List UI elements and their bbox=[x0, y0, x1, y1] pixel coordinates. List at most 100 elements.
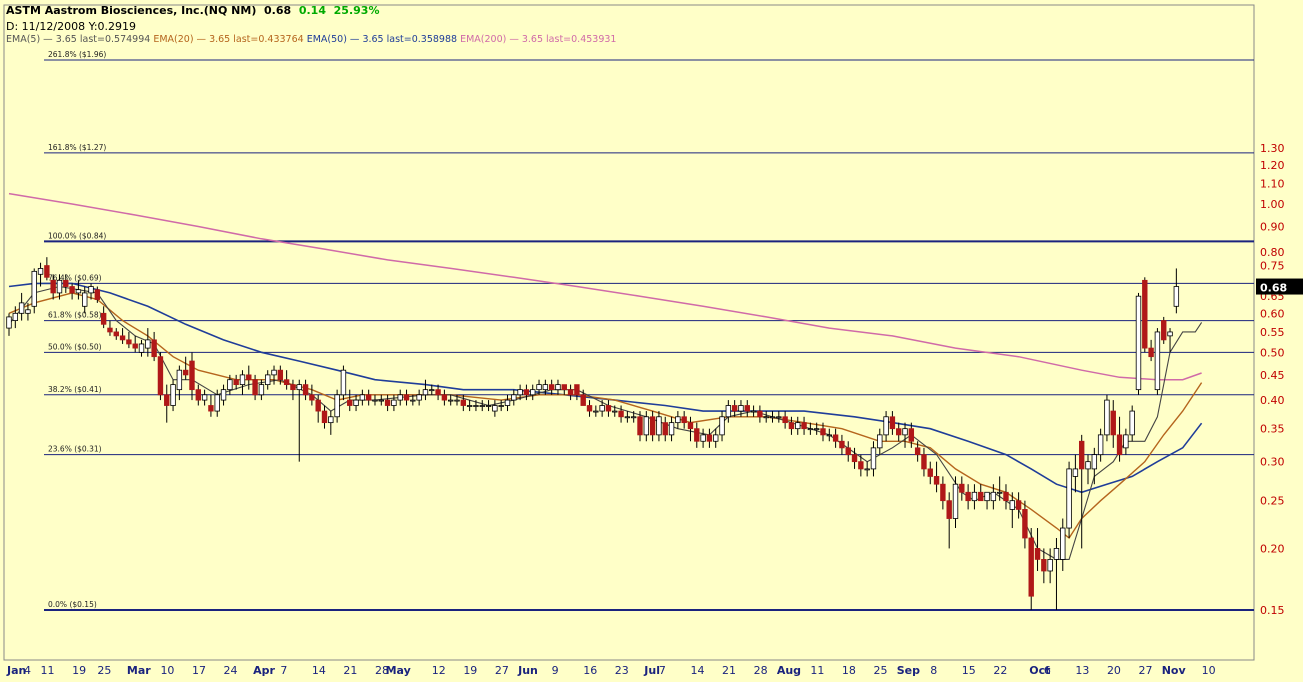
candle-body bbox=[675, 416, 681, 424]
candle-body bbox=[713, 434, 719, 442]
candle bbox=[416, 389, 422, 406]
candle bbox=[687, 416, 694, 442]
candle-body bbox=[277, 369, 284, 381]
candle-body bbox=[896, 428, 902, 436]
candle-body bbox=[384, 399, 391, 406]
candle-body bbox=[978, 491, 984, 502]
candle-body bbox=[485, 405, 492, 407]
candle bbox=[593, 405, 599, 417]
candle-body bbox=[182, 369, 189, 376]
x-day-label-19: 9 bbox=[552, 664, 559, 677]
candle-body bbox=[378, 399, 384, 402]
candle-body bbox=[56, 279, 63, 294]
candle bbox=[302, 379, 309, 401]
candle bbox=[1003, 484, 1009, 510]
candle bbox=[126, 331, 132, 349]
fib-label-4: 61.8% ($0.58) bbox=[48, 311, 102, 320]
candle bbox=[675, 411, 681, 429]
candle bbox=[397, 389, 403, 406]
candle-body bbox=[990, 491, 997, 502]
candle-body bbox=[252, 379, 258, 396]
candle-body bbox=[359, 394, 366, 401]
candle-body bbox=[870, 447, 877, 470]
candle bbox=[555, 379, 561, 395]
ema20-line bbox=[8, 292, 1203, 540]
candle bbox=[283, 370, 290, 390]
candle-body bbox=[530, 389, 536, 396]
y-tick-label-16: 0.20 bbox=[1260, 542, 1285, 555]
candle-body bbox=[536, 384, 542, 391]
candle-body bbox=[410, 399, 416, 402]
y-tick-label-10: 0.50 bbox=[1260, 346, 1285, 359]
y-tick-label-9: 0.55 bbox=[1260, 326, 1285, 339]
candle bbox=[246, 365, 252, 390]
x-day-label-1: 4 bbox=[24, 664, 31, 677]
candle bbox=[845, 441, 851, 462]
x-month-label-14: May bbox=[386, 664, 411, 677]
candle-body bbox=[914, 447, 921, 456]
candle-body bbox=[996, 491, 1003, 494]
x-day-label-37: 13 bbox=[1075, 664, 1089, 677]
candle bbox=[384, 394, 391, 412]
candle-body bbox=[309, 394, 315, 401]
candle-body bbox=[1003, 491, 1009, 502]
candle bbox=[1072, 454, 1079, 493]
candle-body bbox=[1079, 440, 1085, 470]
candle-body bbox=[940, 483, 946, 502]
candle bbox=[713, 428, 719, 448]
candle bbox=[561, 384, 567, 395]
x-day-label-4: 25 bbox=[97, 664, 111, 677]
candle-body bbox=[214, 394, 220, 412]
candle-body bbox=[1135, 295, 1142, 391]
candle bbox=[605, 400, 612, 417]
candle bbox=[1028, 528, 1034, 610]
candle bbox=[782, 411, 788, 429]
y-tick-label-14: 0.30 bbox=[1260, 456, 1285, 469]
candle bbox=[347, 389, 353, 412]
candle-body bbox=[959, 483, 965, 493]
candle-body bbox=[189, 360, 195, 391]
candle bbox=[965, 484, 971, 510]
y-tick-label-6: 0.75 bbox=[1260, 260, 1285, 273]
candle bbox=[466, 400, 473, 412]
candle bbox=[1060, 518, 1066, 571]
fib-label-8: 0.0% ($0.15) bbox=[48, 600, 97, 609]
y-tick-label-4: 0.90 bbox=[1260, 221, 1285, 234]
y-tick-label-11: 0.45 bbox=[1260, 369, 1285, 382]
candle bbox=[353, 394, 359, 412]
candle-body bbox=[1161, 320, 1167, 341]
candle bbox=[492, 400, 498, 417]
candle-body bbox=[44, 265, 50, 278]
candle-body bbox=[687, 422, 694, 430]
candle bbox=[1034, 528, 1041, 571]
fib-label-6: 38.2% ($0.41) bbox=[48, 385, 102, 394]
price-chart[interactable]: 261.8% ($1.96) 161.8% ($1.27) 100.0% ($0.8… bbox=[0, 0, 1303, 682]
candle bbox=[624, 411, 631, 423]
candle-body bbox=[157, 356, 164, 396]
candle-body bbox=[69, 286, 75, 294]
candle-body bbox=[422, 389, 429, 396]
candle-body bbox=[63, 279, 69, 287]
candle-body bbox=[441, 394, 448, 401]
candle-body bbox=[1066, 468, 1072, 529]
candle-body bbox=[832, 434, 839, 442]
candle-body bbox=[138, 343, 145, 353]
candle bbox=[769, 411, 776, 423]
candle-body bbox=[681, 416, 687, 424]
y-tick-label-5: 0.80 bbox=[1260, 246, 1285, 259]
candle-body bbox=[132, 343, 138, 349]
candle bbox=[523, 384, 530, 401]
x-day-label-2: 11 bbox=[41, 664, 55, 677]
ema200-line bbox=[8, 192, 1202, 381]
candle-body bbox=[1097, 434, 1104, 456]
candle bbox=[378, 394, 384, 406]
candle bbox=[694, 422, 700, 448]
candle-body bbox=[50, 279, 56, 294]
candle-body bbox=[1015, 500, 1022, 510]
x-day-label-36: 6 bbox=[1044, 664, 1051, 677]
x-day-label-20: 16 bbox=[583, 664, 597, 677]
candle bbox=[788, 416, 795, 435]
candle-body bbox=[164, 394, 170, 406]
candle bbox=[618, 405, 624, 423]
fib-label-2: 100.0% ($0.84) bbox=[48, 231, 106, 240]
